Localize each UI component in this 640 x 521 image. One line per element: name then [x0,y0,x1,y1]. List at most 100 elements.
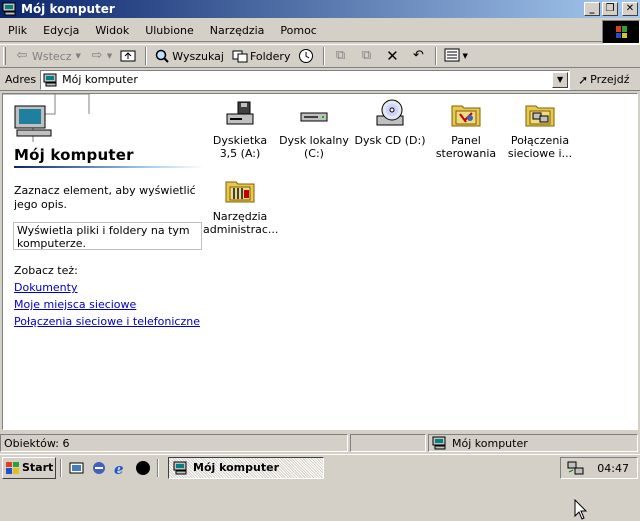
floppy-drive-icon [224,98,256,130]
item-label: Dyskietka 3,5 (A:) [212,134,268,160]
back-dropdown-icon[interactable]: ▼ [76,52,81,60]
toolbar-grip[interactable] [3,47,6,65]
status-object-count: Obiektów: 6 [0,434,348,452]
menu-tools[interactable]: Narzędzia [202,24,273,37]
item-cd-drive[interactable]: Dysk CD (D:) [353,98,427,147]
description-box: Wyświetla pliki i foldery na tym kompute… [13,222,202,250]
task-label: Mój komputer [193,461,279,474]
undo-icon: ↶ [413,48,424,63]
quicklaunch-media-icon[interactable] [133,458,153,478]
selection-hint: Zaznacz element, aby wyświetlić jego opi… [14,184,196,211]
see-also-label: Zobacz też: [14,264,78,277]
start-button[interactable]: Start [2,456,56,479]
up-folder-button[interactable] [116,45,142,67]
quicklaunch-ie-icon[interactable]: e [111,458,131,478]
windows-logo-throbber [602,20,640,44]
views-icon [444,48,460,64]
back-button[interactable]: ⇦ Wstecz ▼ [10,45,85,67]
address-value: Mój komputer [62,73,138,86]
views-dropdown-icon[interactable]: ▼ [462,52,467,60]
item-label: Panel sterowania [435,134,497,160]
status-location: Mój komputer [428,434,638,452]
clock[interactable]: 04:47 [597,462,629,475]
window-title: Mój komputer [21,2,115,16]
quicklaunch-desktop-icon[interactable] [67,458,87,478]
link-network-connections[interactable]: Połączenia sieciowe i telefoniczne [14,315,200,328]
cd-drive-icon [374,98,406,130]
svg-text:e: e [114,460,124,476]
search-label: Wyszukaj [172,49,224,63]
address-label: Adres [5,73,37,86]
menu-favorites[interactable]: Ulubione [137,24,202,37]
admin-tools-icon [224,174,256,206]
minimize-button[interactable]: _ [584,2,600,16]
menu-view[interactable]: Widok [87,24,137,37]
address-dropdown-icon[interactable]: ▼ [552,71,569,88]
close-button[interactable]: ✕ [622,2,638,16]
folders-button[interactable]: Foldery [228,45,295,67]
forward-button[interactable]: ⇨ ▼ [85,45,116,67]
views-button[interactable]: ▼ [440,45,471,67]
menu-help[interactable]: Pomoc [272,24,324,37]
network-connections-icon [524,98,556,130]
link-network-places[interactable]: Moje miejsca sieciowe [14,298,136,311]
status-bar: Obiektów: 6 Mój komputer [0,433,640,453]
delete-button[interactable]: ✕ [380,45,406,67]
copy-to-button[interactable]: ⧉ [354,45,380,67]
web-view-pane: Mój komputer Zaznacz element, aby wyświe… [3,93,204,429]
folders-icon [232,48,248,64]
my-computer-icon [432,436,448,450]
history-icon [298,48,314,64]
forward-arrow-icon: ⇨ [91,48,103,63]
back-label: Wstecz [32,49,72,63]
move-to-icon: ⧉ [335,48,346,63]
go-label: Przejdź [590,73,630,86]
mouse-cursor-icon [574,499,588,520]
link-documents[interactable]: Dokumenty [14,281,77,294]
folder-view[interactable]: Mój komputer Zaznacz element, aby wyświe… [2,93,638,520]
menu-file[interactable]: Plik [0,24,35,37]
pane-title: Mój komputer [14,146,134,164]
move-to-button[interactable]: ⧉ [328,45,354,67]
item-local-disk[interactable]: Dysk lokalny (C:) [277,98,351,160]
taskbar-separator [60,458,62,477]
history-button[interactable] [294,45,320,67]
start-label: Start [22,461,54,474]
windows-flag-icon [6,461,20,474]
menu-edit[interactable]: Edycja [35,24,87,37]
taskbar: Start e Mój komputer 04:47 [0,454,640,480]
item-floppy-drive[interactable]: Dyskietka 3,5 (A:) [203,98,277,160]
standard-toolbar: ⇦ Wstecz ▼ ⇨ ▼ Wyszukaj Foldery ⧉ ⧉ ✕ ↶ … [0,44,640,68]
go-button[interactable]: ➚ Przejdź [578,73,629,87]
menu-bar: Plik Edycja Widok Ulubione Narzędzia Pom… [0,20,640,42]
item-label: Narzędzia administrac... [203,210,279,236]
copy-to-icon: ⧉ [361,48,372,63]
item-control-panel[interactable]: Panel sterowania [429,98,503,160]
taskbar-separator [157,458,159,477]
forward-dropdown-icon[interactable]: ▼ [107,52,112,60]
go-arrow-icon: ➚ [578,72,589,87]
back-arrow-icon: ⇦ [16,48,28,63]
title-rule [14,166,204,168]
address-input[interactable]: Mój komputer ▼ [40,69,571,90]
folders-label: Foldery [249,49,291,63]
restore-button[interactable]: ❐ [602,2,618,16]
address-bar: Adres Mój komputer ▼ ➚ Przejdź [0,69,640,91]
item-label: Połączenia sieciowe i... [507,134,573,160]
system-tray: 04:47 [560,457,638,479]
undo-button[interactable]: ↶ [406,45,432,67]
item-network-connections[interactable]: Połączenia sieciowe i... [503,98,577,160]
delete-icon: ✕ [386,47,399,65]
up-folder-icon [120,48,136,64]
status-location-label: Mój komputer [452,436,528,450]
quicklaunch-outlook-icon[interactable] [89,458,109,478]
search-button[interactable]: Wyszukaj [150,45,228,67]
taskbar-window-my-computer[interactable]: Mój komputer [168,456,324,479]
item-admin-tools[interactable]: Narzędzia administrac... [203,174,279,236]
search-icon [154,48,170,64]
status-empty-panel [350,434,426,452]
control-panel-icon [450,98,482,130]
item-label: Dysk lokalny (C:) [279,134,349,160]
title-bar[interactable]: Mój komputer _ ❐ ✕ [0,0,640,18]
network-tray-icon[interactable] [567,460,585,476]
